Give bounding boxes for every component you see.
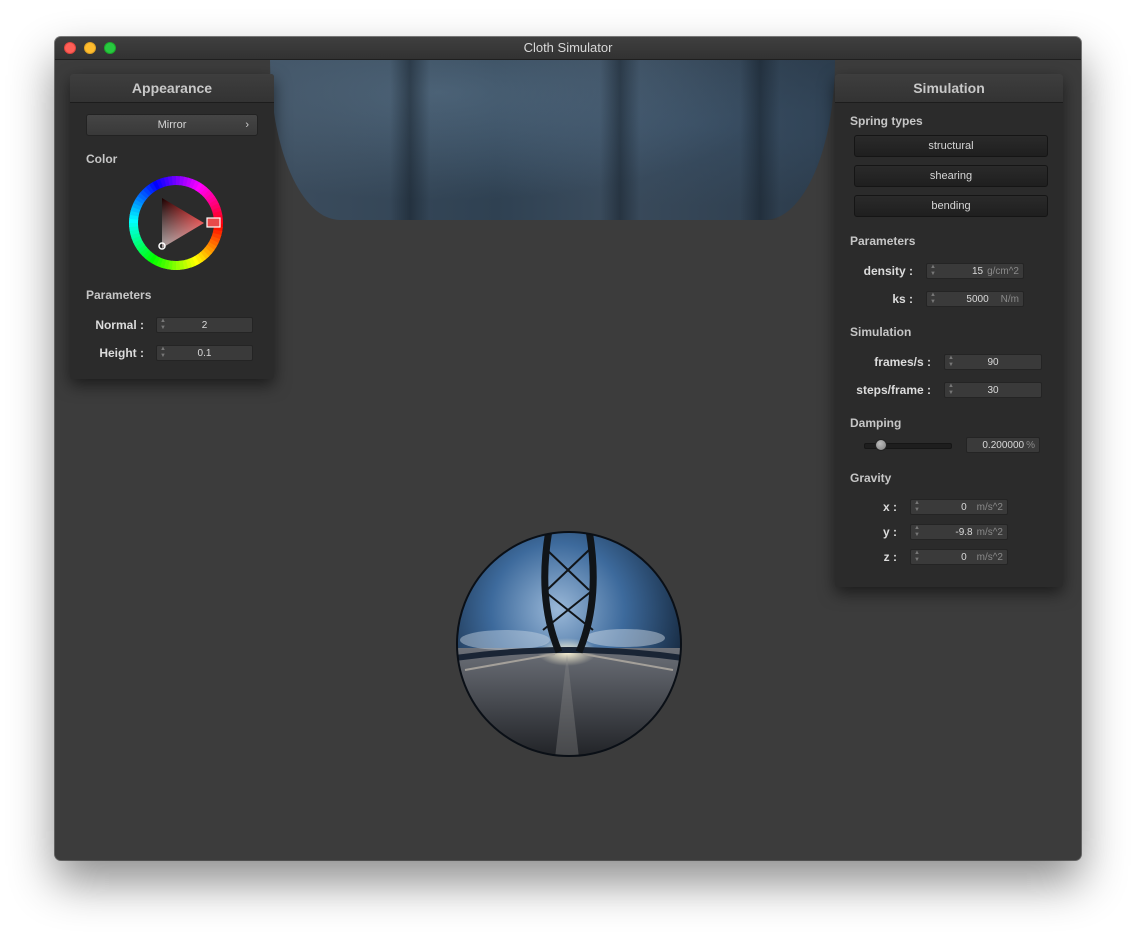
shearing-toggle-button[interactable]: shearing	[854, 165, 1048, 187]
normal-label: Normal :	[95, 318, 144, 332]
ks-unit: N/m	[1000, 294, 1019, 305]
stepper-icon[interactable]: ▲ ▼	[930, 292, 936, 306]
steps-input[interactable]: ▲ ▼ 30	[944, 382, 1042, 398]
steps-label: steps/frame :	[856, 383, 931, 397]
gravity-z-value: 0	[961, 552, 967, 563]
mirror-sphere	[456, 531, 682, 757]
ks-input[interactable]: ▲ ▼ 5000 N/m	[926, 291, 1024, 307]
gravity-z-label: z :	[883, 550, 897, 564]
hue-selector-marker[interactable]	[206, 217, 221, 228]
maximize-window-button[interactable]	[104, 42, 116, 54]
appearance-panel-title: Appearance	[70, 74, 274, 103]
sim-simulation-label: Simulation	[850, 325, 912, 339]
frames-label: frames/s :	[874, 355, 931, 369]
cloth-mesh	[270, 60, 835, 220]
app-window: Cloth Simulator Appearance Mirror › Colo…	[55, 37, 1081, 860]
gravity-x-label: x :	[882, 500, 897, 514]
height-label: Height :	[99, 346, 144, 360]
height-value: 0.1	[197, 348, 212, 359]
ks-value: 5000	[966, 294, 989, 305]
damping-slider-knob[interactable]	[875, 439, 888, 451]
ks-label: ks :	[892, 292, 913, 306]
gravity-x-input[interactable]: ▲ ▼ 0 m/s^2	[910, 499, 1008, 515]
cloth-fold	[600, 60, 640, 220]
chevron-right-icon: ›	[245, 119, 249, 131]
gravity-z-unit: m/s^2	[976, 552, 1003, 563]
gravity-y-value: -9.8	[955, 527, 973, 538]
gravity-y-unit: m/s^2	[976, 527, 1003, 538]
damping-value: 0.200000	[982, 440, 1025, 451]
gravity-y-input[interactable]: ▲ ▼ -9.8 m/s^2	[910, 524, 1008, 540]
density-value: 15	[971, 266, 984, 277]
color-section-label: Color	[86, 152, 118, 166]
normal-value: 2	[201, 320, 208, 331]
frames-input[interactable]: ▲ ▼ 90	[944, 354, 1042, 370]
gravity-y-label: y :	[882, 525, 897, 539]
stepper-icon[interactable]: ▲ ▼	[914, 500, 920, 514]
appearance-parameters-label: Parameters	[86, 288, 152, 302]
damping-input[interactable]: 0.200000%	[966, 437, 1040, 453]
steps-value: 30	[987, 385, 999, 396]
stepper-icon[interactable]: ▲ ▼	[930, 264, 936, 278]
damping-label: Damping	[850, 416, 902, 430]
shader-dropdown-value: Mirror	[157, 119, 187, 131]
simulation-panel: Simulation Spring types structural shear…	[835, 74, 1063, 587]
bending-toggle-button[interactable]: bending	[854, 195, 1048, 217]
frames-value: 90	[987, 357, 999, 368]
window-title: Cloth Simulator	[523, 40, 613, 55]
appearance-panel: Appearance Mirror › Color Parameters Nor…	[70, 74, 274, 379]
cloth-fold	[740, 60, 780, 220]
color-wheel[interactable]	[128, 175, 224, 271]
normal-input[interactable]: ▲ ▼ 2	[156, 317, 253, 333]
height-input[interactable]: ▲ ▼ 0.1	[156, 345, 253, 361]
sim-parameters-label: Parameters	[850, 234, 916, 248]
shader-dropdown[interactable]: Mirror ›	[86, 114, 258, 136]
minimize-window-button[interactable]	[84, 42, 96, 54]
gravity-x-unit: m/s^2	[976, 502, 1003, 513]
gravity-z-input[interactable]: ▲ ▼ 0 m/s^2	[910, 549, 1008, 565]
close-window-button[interactable]	[64, 42, 76, 54]
spring-types-label: Spring types	[850, 114, 923, 128]
damping-unit: %	[1026, 440, 1035, 451]
stepper-icon[interactable]: ▲ ▼	[914, 550, 920, 564]
cloth-fold	[390, 60, 430, 220]
structural-toggle-button[interactable]: structural	[854, 135, 1048, 157]
title-bar: Cloth Simulator	[55, 37, 1081, 60]
density-input[interactable]: ▲ ▼ 15 g/cm^2	[926, 263, 1024, 279]
gravity-label: Gravity	[850, 471, 892, 485]
density-unit: g/cm^2	[987, 266, 1019, 277]
gravity-x-value: 0	[961, 502, 967, 513]
density-label: density :	[863, 264, 913, 278]
simulation-panel-title: Simulation	[835, 74, 1063, 103]
stepper-icon[interactable]: ▲ ▼	[914, 525, 920, 539]
